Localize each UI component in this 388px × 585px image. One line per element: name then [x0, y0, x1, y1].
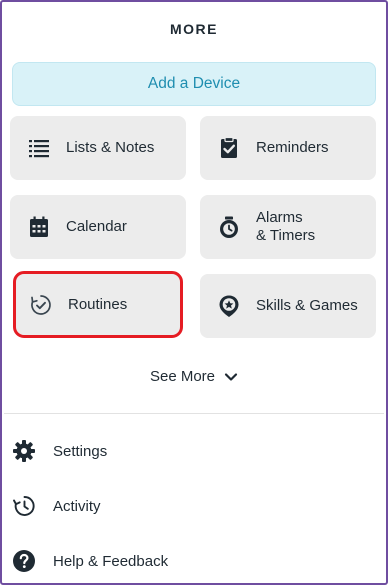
- page-title: MORE: [170, 21, 218, 37]
- see-more-label: See More: [149, 368, 216, 385]
- routine-check-icon: [28, 292, 54, 318]
- routines-label: Routines: [68, 295, 128, 313]
- add-device-button[interactable]: Add a Device: [12, 62, 376, 106]
- skills-games-tile[interactable]: Skills & Games: [200, 274, 376, 338]
- menu-item-activity[interactable]: Activity: [12, 491, 101, 521]
- alarms-label-line2: & Timers: [256, 227, 316, 244]
- calendar-icon: [26, 214, 52, 240]
- reminders-tile[interactable]: Reminders: [200, 116, 376, 180]
- routines-tile[interactable]: Routines: [13, 271, 183, 338]
- menu-item-activity-label: Activity: [53, 497, 101, 515]
- reminders-label: Reminders: [256, 139, 329, 156]
- add-device-label: Add a Device: [147, 75, 241, 92]
- section-divider: [4, 413, 384, 414]
- chevron-down-icon: [224, 372, 238, 381]
- skills-star-icon: [216, 293, 242, 319]
- gear-icon: [12, 439, 36, 463]
- alarm-clock-icon: [216, 214, 242, 240]
- menu-item-help-feedback-label: Help & Feedback: [53, 552, 169, 570]
- alarms-label-line1: Alarms: [256, 209, 303, 226]
- calendar-tile[interactable]: Calendar: [10, 195, 186, 259]
- help-icon: [12, 549, 36, 573]
- calendar-label: Calendar: [66, 218, 127, 235]
- clipboard-check-icon: [216, 135, 242, 161]
- menu-item-help-feedback[interactable]: Help & Feedback: [12, 546, 168, 576]
- lists-notes-tile[interactable]: Lists & Notes: [10, 116, 186, 180]
- alarms-timers-label: Alarms & Timers: [256, 209, 315, 245]
- skills-games-label: Skills & Games: [256, 297, 358, 314]
- history-clock-icon: [12, 494, 36, 518]
- see-more-button[interactable]: See More: [2, 368, 386, 385]
- menu-item-settings[interactable]: Settings: [12, 436, 107, 466]
- list-icon: [26, 135, 52, 161]
- alarms-timers-tile[interactable]: Alarms & Timers: [200, 195, 376, 259]
- more-panel: MORE Add a Device Lists & Notes Reminder…: [0, 0, 388, 585]
- menu-item-settings-label: Settings: [53, 442, 108, 460]
- lists-notes-label: Lists & Notes: [66, 139, 155, 156]
